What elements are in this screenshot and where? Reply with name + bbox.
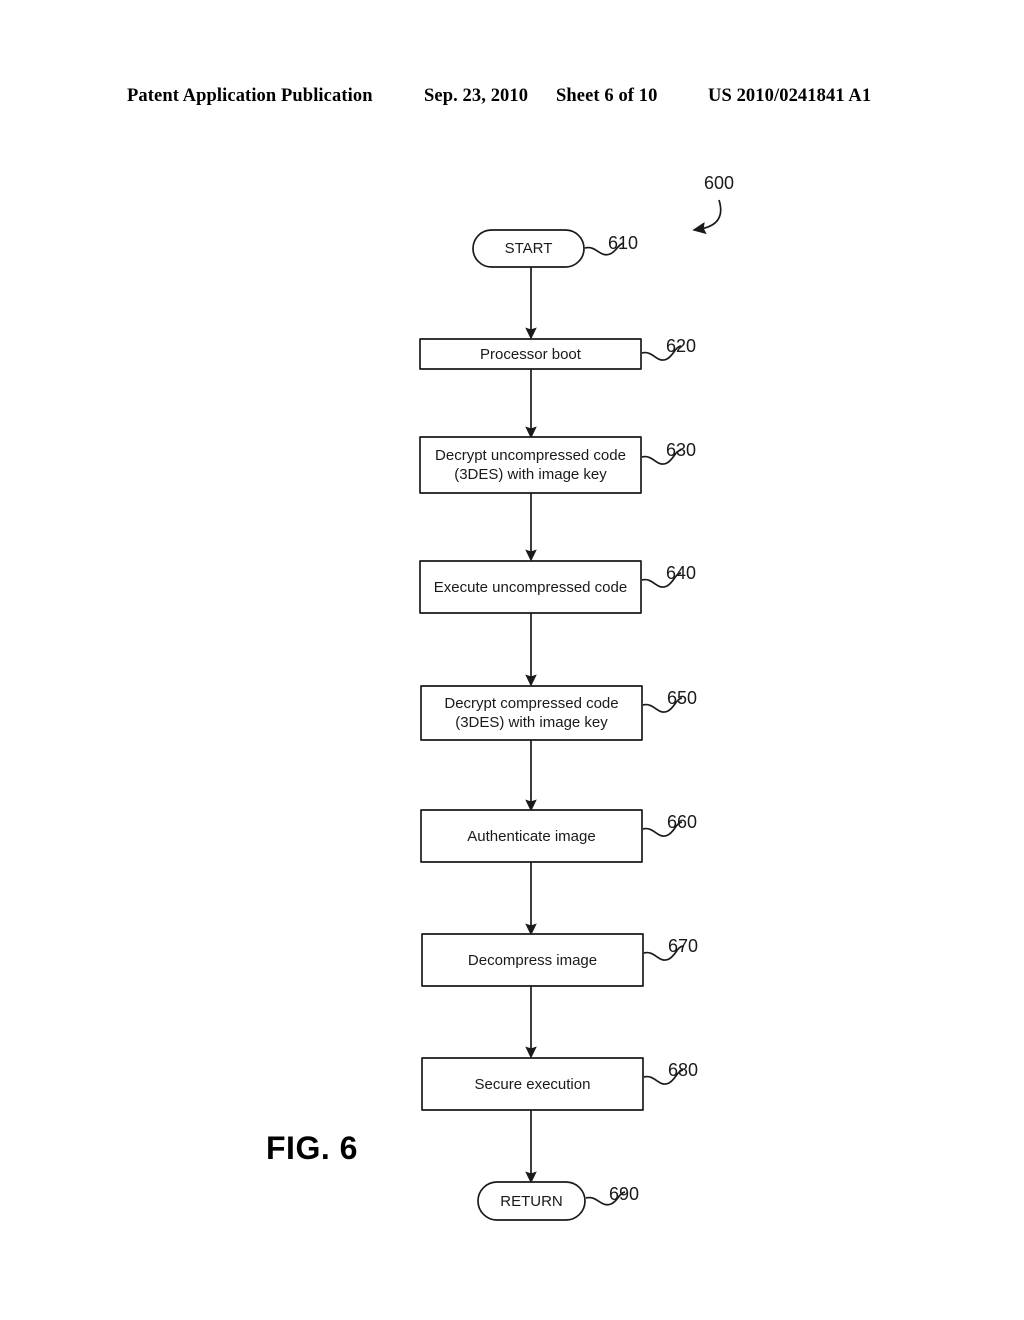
node-shape-640 <box>419 560 642 614</box>
ref-numeral-670: 670 <box>668 936 699 956</box>
node-shape-630 <box>419 436 642 494</box>
diagram-ref-leader-600 <box>692 199 722 235</box>
figure-caption: FIG. 6 <box>266 1130 358 1166</box>
node-shape-650 <box>420 685 643 741</box>
node-shape-610 <box>472 229 585 268</box>
node-shape-620 <box>419 338 642 370</box>
ref-numeral-690: 690 <box>609 1184 640 1204</box>
ref-numeral-660: 660 <box>667 812 698 832</box>
ref-numeral-630: 630 <box>666 440 697 460</box>
ref-numeral-620: 620 <box>666 336 697 356</box>
patent-figure: Patent Application Publication Sep. 23, … <box>0 0 1024 1320</box>
ref-numeral-680: 680 <box>668 1060 699 1080</box>
ref-numeral-610: 610 <box>608 233 639 253</box>
node-shape-690 <box>477 1181 586 1221</box>
node-shape-660 <box>420 809 643 863</box>
flowchart-vector-layer <box>419 199 722 1221</box>
ref-numeral-650: 650 <box>667 688 698 708</box>
node-shape-670 <box>421 933 644 987</box>
ref-numeral-600: 600 <box>704 173 735 193</box>
ref-numeral-640: 640 <box>666 563 697 583</box>
node-shape-680 <box>421 1057 644 1111</box>
